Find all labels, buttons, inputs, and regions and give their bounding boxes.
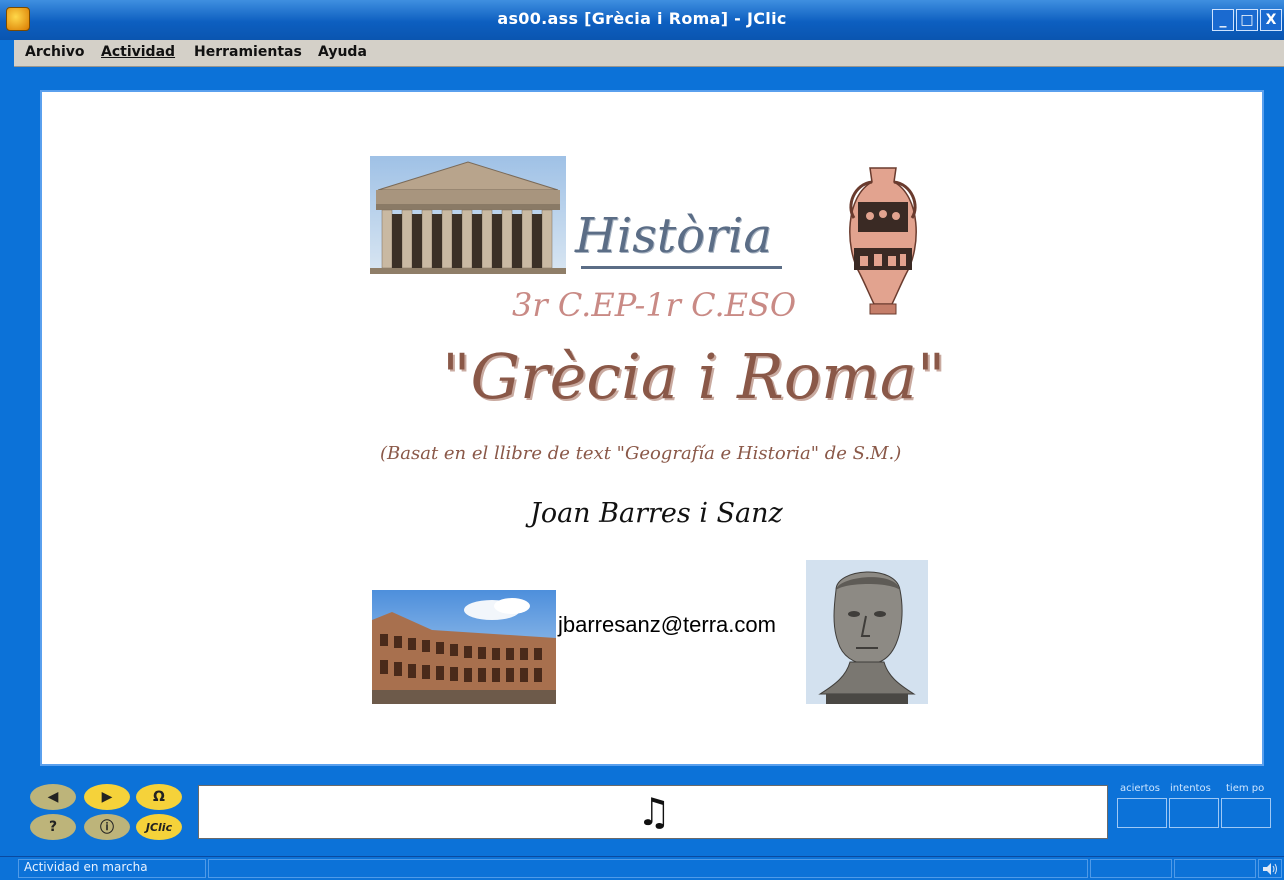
- maximize-button[interactable]: □: [1236, 9, 1258, 31]
- sound-toggle[interactable]: [1258, 859, 1282, 878]
- speaker-icon: [1263, 863, 1277, 875]
- window-controls: _ □ X: [1212, 9, 1282, 31]
- prev-icon: ◀: [47, 789, 59, 805]
- restart-activity-button[interactable]: Ω: [136, 784, 182, 810]
- amphora-image: [840, 156, 926, 318]
- menu-actividad[interactable]: Actividad: [101, 44, 175, 60]
- aciertos-counter: [1117, 798, 1167, 828]
- activity-stage: Història 3r C.EP-1r C.ESO "Grècia i Roma…: [40, 90, 1264, 766]
- window-titlebar: as00.ass [Grècia i Roma] - JClic _ □ X: [0, 0, 1284, 40]
- menu-ayuda[interactable]: Ayuda: [318, 44, 367, 60]
- menu-archivo[interactable]: Archivo: [25, 44, 85, 60]
- info-icon: ⓘ: [100, 820, 114, 836]
- next-icon: ▶: [101, 789, 113, 805]
- message-box: ♫: [198, 785, 1108, 839]
- source-note: (Basat en el llibre de text "Geografía e…: [380, 443, 902, 464]
- menu-herramientas[interactable]: Herramientas: [194, 44, 302, 60]
- caesar-bust-image: [806, 560, 928, 704]
- prev-activity-button[interactable]: ◀: [30, 784, 76, 810]
- info-button[interactable]: ⓘ: [84, 814, 130, 840]
- colosseum-image: [372, 590, 556, 704]
- status-progress-cell: [208, 859, 1088, 878]
- jclic-logo-label: JClic: [145, 820, 173, 834]
- jclic-button[interactable]: JClic: [136, 814, 182, 840]
- tiempo-counter: [1221, 798, 1271, 828]
- parthenon-image: [370, 156, 566, 274]
- author-name: Joan Barres i Sanz: [530, 498, 783, 529]
- music-note-icon[interactable]: ♫: [637, 790, 671, 834]
- status-cell-3: [1174, 859, 1256, 878]
- restart-icon: Ω: [153, 789, 165, 805]
- intentos-counter: [1169, 798, 1219, 828]
- status-bar: Actividad en marcha: [0, 856, 1284, 880]
- close-button[interactable]: X: [1260, 9, 1282, 31]
- window-left-border: [0, 40, 14, 856]
- menu-bar: Archivo Actividad Herramientas Ayuda: [0, 40, 1284, 67]
- subject-underline: [581, 266, 782, 269]
- status-message: Actividad en marcha: [24, 860, 148, 874]
- status-cell-2: [1090, 859, 1172, 878]
- minimize-button[interactable]: _: [1212, 9, 1234, 31]
- intentos-label: intentos: [1170, 783, 1211, 794]
- subject-heading: Història: [575, 208, 772, 264]
- activity-title: "Grècia i Roma": [442, 340, 946, 413]
- help-icon: ?: [48, 819, 58, 835]
- window-title: as00.ass [Grècia i Roma] - JClic: [497, 9, 787, 28]
- author-email: jbarresanz@terra.com: [558, 612, 776, 637]
- tiempo-label: tiem po: [1226, 783, 1265, 794]
- next-activity-button[interactable]: ▶: [84, 784, 130, 810]
- help-button[interactable]: ?: [30, 814, 76, 840]
- level-text: 3r C.EP-1r C.ESO: [512, 286, 797, 324]
- aciertos-label: aciertos: [1120, 783, 1160, 794]
